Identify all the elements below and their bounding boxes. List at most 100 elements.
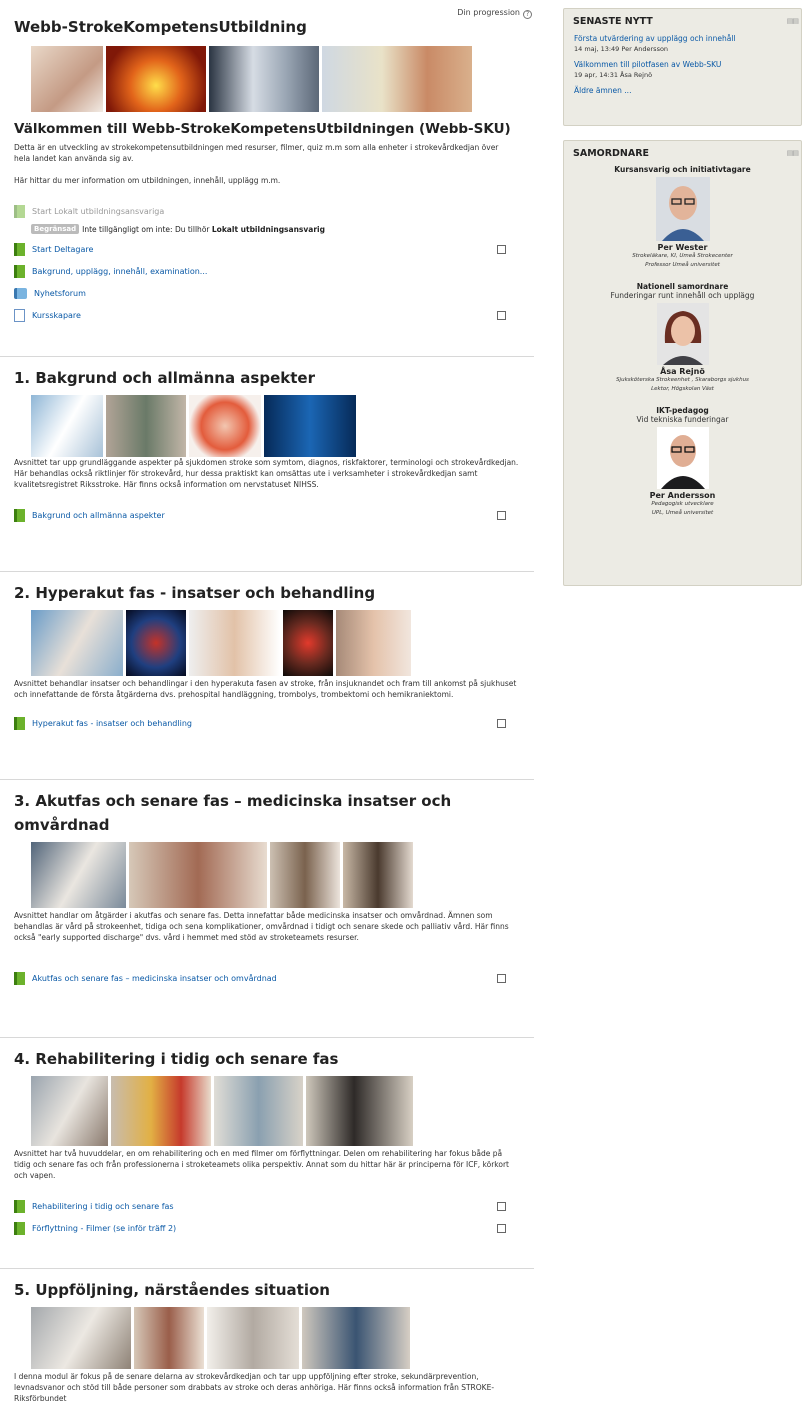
section-title: 1. Bakgrund och allmänna aspekter — [14, 369, 315, 387]
coordinator-meta: Lektor, Högskolan Väst — [651, 386, 714, 392]
page-icon — [14, 308, 25, 322]
completion-checkbox[interactable] — [497, 1201, 506, 1211]
section-title: 5. Uppföljning, närståendes situation — [14, 1281, 330, 1299]
intro-summary: Detta är en utveckling av strokekompeten… — [14, 143, 499, 163]
news-link[interactable]: Första utvärdering av upplägg och innehå… — [574, 34, 791, 44]
section-title: 4. Rehabilitering i tidig och senare fas — [14, 1050, 339, 1068]
section-activity-list: Bakgrund och allmänna aspekter — [14, 504, 534, 526]
activity-start-deltagare[interactable]: Start Deltagare — [14, 238, 534, 260]
section-activity-list: Rehabilitering i tidig och senare fas Fö… — [14, 1195, 534, 1239]
sidebar: SENASTE NYTT ▤▤ Första utvärdering av up… — [563, 8, 802, 586]
coordinator-meta: Strokeläkare, KI, Umeå Strokecenter — [632, 253, 733, 259]
section-activity-list: Akutfas och senare fas – medicinska insa… — [14, 967, 534, 989]
section-banner-image — [31, 1307, 413, 1369]
help-icon[interactable]: ? — [523, 10, 532, 19]
coordinator-role: Nationell samordnare — [636, 282, 729, 291]
section-banner-image — [31, 610, 411, 676]
older-topics-link[interactable]: Äldre ämnen ... — [564, 80, 801, 105]
activity-akutfas[interactable]: Akutfas och senare fas – medicinska insa… — [14, 967, 534, 989]
completion-checkbox[interactable] — [497, 510, 506, 520]
activity-start-lokalt[interactable]: Start Lokalt utbildningsansvariga — [14, 200, 534, 222]
section-activity-list: Hyperakut fas - insatser och behandling — [14, 712, 534, 734]
book-icon — [14, 204, 25, 218]
welcome-title: Välkommen till Webb-StrokeKompetensUtbil… — [14, 121, 511, 137]
completion-checkbox[interactable] — [497, 973, 506, 983]
book-icon — [14, 971, 25, 985]
block-controls-icon[interactable]: ▤▤ — [787, 149, 799, 157]
book-icon — [14, 1221, 25, 1235]
coordinator-meta: UPL, Umeå universitet — [651, 510, 714, 516]
banner-photo — [31, 1307, 131, 1369]
coordinator-name: Per Wester — [657, 243, 708, 252]
coordinator-role: IKT-pedagog — [656, 406, 709, 415]
banner-photo — [111, 1076, 211, 1146]
section-title: 2. Hyperakut fas - insatser och behandli… — [14, 584, 376, 602]
section-summary: I denna modul är fokus på de senare dela… — [14, 1372, 495, 1403]
news-meta: 19 apr, 14:31 Åsa Rejnö — [574, 71, 653, 79]
completion-checkbox[interactable] — [497, 1223, 506, 1233]
banner-photo — [31, 395, 103, 457]
progress-label: Din progression? — [457, 8, 532, 19]
news-item: Första utvärdering av upplägg och innehå… — [564, 34, 801, 54]
banner-photo — [188, 610, 281, 676]
coordinator-meta: Sjuksköterska Strokeenhet , Skaraborgs s… — [616, 377, 749, 383]
coordinators-block: SAMORDNARE ▤▤ Kursansvarig och initiativ… — [563, 140, 802, 586]
coordinator-card: Kursansvarig och initiativtagare Per Wes… — [564, 165, 801, 280]
completion-checkbox[interactable] — [497, 244, 506, 254]
banner-photo — [209, 46, 319, 112]
news-link[interactable]: Välkommen till pilotfasen av Webb-SKU — [574, 60, 791, 70]
activity-forflyttning[interactable]: Förflyttning - Filmer (se inför träff 2) — [14, 1217, 534, 1239]
section-4: 4. Rehabilitering i tidig och senare fas… — [0, 1038, 534, 1269]
avatar — [656, 427, 709, 489]
section-2: 2. Hyperakut fas - insatser och behandli… — [0, 572, 534, 780]
banner-photo — [31, 842, 126, 908]
news-item: Välkommen till pilotfasen av Webb-SKU 19… — [564, 60, 801, 80]
activity-kursskapare[interactable]: Kursskapare — [14, 304, 534, 326]
banner-photo — [283, 610, 334, 676]
section-banner-image — [31, 395, 413, 457]
banner-photo — [106, 46, 206, 112]
avatar — [655, 177, 710, 241]
section-5: 5. Uppföljning, närståendes situation I … — [0, 1269, 534, 1408]
banner-photo — [322, 46, 472, 112]
intro-activity-list: Start Lokalt utbildningsansvariga Begrän… — [14, 200, 534, 326]
banner-photo — [270, 842, 340, 908]
coordinator-subtitle: Funderingar runt innehåll och upplägg — [610, 291, 755, 300]
book-icon — [14, 242, 25, 256]
section-banner-image — [31, 1076, 413, 1146]
section-summary: Avsnittet tar upp grundläggande aspekter… — [14, 458, 519, 489]
coordinator-subtitle: Vid tekniska funderingar — [636, 415, 729, 424]
activity-rehabilitering[interactable]: Rehabilitering i tidig och senare fas — [14, 1195, 534, 1217]
banner-photo — [129, 842, 267, 908]
block-title: SENASTE NYTT ▤▤ — [573, 16, 799, 27]
restricted-badge: Begränsad — [31, 224, 80, 234]
completion-checkbox[interactable] — [497, 310, 506, 320]
coordinator-name: Åsa Rejnö — [660, 367, 705, 376]
forum-icon — [14, 287, 27, 299]
activity-bakgrund[interactable]: Bakgrund och allmänna aspekter — [14, 504, 534, 526]
section-3: 3. Akutfas och senare fas – medicinska i… — [0, 780, 534, 1038]
book-icon — [14, 1199, 25, 1213]
section-1: 1. Bakgrund och allmänna aspekter Avsnit… — [0, 357, 534, 572]
news-meta: 14 maj, 13:49 Per Andersson — [574, 45, 669, 53]
intro-section: Din progression? Webb-StrokeKompetensUtb… — [0, 0, 534, 357]
banner-photo — [31, 610, 123, 676]
activity-bakgrund-upplagg[interactable]: Bakgrund, upplägg, innehåll, examination… — [14, 260, 534, 282]
section-summary: Avsnittet har två huvuddelar, en om reha… — [14, 1149, 509, 1180]
block-title: SAMORDNARE ▤▤ — [573, 148, 799, 159]
completion-checkbox[interactable] — [497, 718, 506, 728]
section-summary: Avsnittet handlar om åtgärder i akutfas … — [14, 911, 509, 942]
intro-banner-image — [31, 46, 475, 112]
activity-hyperakut[interactable]: Hyperakut fas - insatser och behandling — [14, 712, 534, 734]
activity-nyhetsforum[interactable]: Nyhetsforum — [14, 282, 534, 304]
banner-photo — [264, 395, 356, 457]
block-controls-icon[interactable]: ▤▤ — [787, 17, 799, 25]
restriction-note: Begränsad Inte tillgängligt om inte: Du … — [31, 222, 534, 236]
banner-photo — [125, 610, 186, 676]
book-icon — [14, 264, 25, 278]
coordinator-card: Nationell samordnare Funderingar runt in… — [564, 282, 801, 404]
section-summary: Avsnittet behandlar insatser och behandl… — [14, 679, 517, 699]
avatar — [656, 303, 709, 365]
banner-photo — [189, 395, 261, 457]
coordinator-name: Per Andersson — [649, 491, 716, 500]
